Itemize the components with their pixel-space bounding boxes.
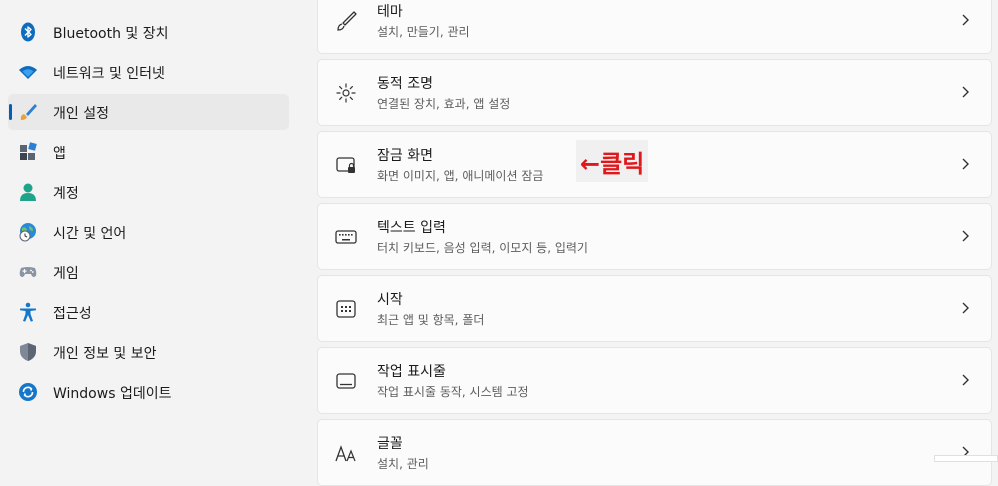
sidebar-item-privacy[interactable]: 개인 정보 및 보안 xyxy=(8,334,289,370)
card-subtitle: 연결된 장치, 효과, 앱 설정 xyxy=(377,97,511,111)
theme-brush-icon xyxy=(335,10,357,32)
card-title: 동적 조명 xyxy=(377,76,433,92)
fonts-icon xyxy=(335,442,357,464)
tooltip-edge xyxy=(934,455,998,462)
card-title: 작업 표시줄 xyxy=(377,364,446,380)
sidebar-item-network[interactable]: 네트워크 및 인터넷 xyxy=(8,54,289,90)
bluetooth-icon xyxy=(18,22,38,42)
sidebar-item-label: 접근성 xyxy=(53,306,92,322)
card-theme[interactable]: 테마 설치, 만들기, 관리 xyxy=(317,0,992,54)
click-annotation: ←클릭 xyxy=(576,140,649,182)
update-icon xyxy=(18,382,38,402)
sidebar-item-time-language[interactable]: 시간 및 언어 xyxy=(8,214,289,250)
card-lock-screen[interactable]: 잠금 화면 화면 이미지, 앱, 애니메이션 잠금 xyxy=(317,131,992,198)
lock-screen-icon xyxy=(335,154,357,176)
sidebar-item-label: 게임 xyxy=(53,266,79,282)
selection-indicator xyxy=(9,104,12,120)
sidebar-item-label: 앱 xyxy=(53,146,66,162)
sidebar-item-accounts[interactable]: 계정 xyxy=(8,174,289,210)
card-dynamic-lighting[interactable]: 동적 조명 연결된 장치, 효과, 앱 설정 xyxy=(317,59,992,126)
card-title: 잠금 화면 xyxy=(377,148,433,164)
card-start[interactable]: 시작 최근 앱 및 항목, 폴더 xyxy=(317,275,992,342)
sidebar-item-bluetooth[interactable]: Bluetooth 및 장치 xyxy=(8,14,289,50)
card-taskbar[interactable]: 작업 표시줄 작업 표시줄 동작, 시스템 고정 xyxy=(317,347,992,414)
card-title: 텍스트 입력 xyxy=(377,220,446,236)
sidebar-item-label: 개인 정보 및 보안 xyxy=(53,346,157,362)
paintbrush-icon xyxy=(18,102,38,122)
card-subtitle: 터치 키보드, 음성 입력, 이모지 등, 입력기 xyxy=(377,241,588,255)
chevron-right-icon xyxy=(962,86,969,98)
chevron-right-icon xyxy=(962,158,969,170)
card-subtitle: 작업 표시줄 동작, 시스템 고정 xyxy=(377,385,529,399)
globe-clock-icon xyxy=(18,222,38,242)
apps-icon xyxy=(18,142,38,162)
card-subtitle: 화면 이미지, 앱, 애니메이션 잠금 xyxy=(377,169,544,183)
card-title: 테마 xyxy=(377,4,403,20)
sidebar-item-windows-update[interactable]: Windows 업데이트 xyxy=(8,374,289,410)
card-subtitle: 설치, 만들기, 관리 xyxy=(377,25,470,39)
start-icon xyxy=(335,298,357,320)
dynamic-lighting-icon xyxy=(335,82,357,104)
person-icon xyxy=(18,182,38,202)
sidebar-item-apps[interactable]: 앱 xyxy=(8,134,289,170)
sidebar-item-gaming[interactable]: 게임 xyxy=(8,254,289,290)
personalization-settings-list: 테마 설치, 만들기, 관리 동적 조명 연결된 장치, 효과, 앱 설정 잠금… xyxy=(300,0,998,486)
sidebar-item-personalization[interactable]: 개인 설정 xyxy=(8,94,289,130)
card-fonts[interactable]: 글꼴 설치, 관리 xyxy=(317,419,992,486)
gamepad-icon xyxy=(18,262,38,282)
card-subtitle: 최근 앱 및 항목, 폴더 xyxy=(377,313,485,327)
shield-icon xyxy=(18,342,38,362)
chevron-right-icon xyxy=(962,302,969,314)
keyboard-icon xyxy=(335,226,357,248)
chevron-right-icon xyxy=(962,230,969,242)
card-title: 시작 xyxy=(377,292,403,308)
sidebar-item-label: 네트워크 및 인터넷 xyxy=(53,66,165,82)
card-subtitle: 설치, 관리 xyxy=(377,457,429,471)
sidebar-item-label: Windows 업데이트 xyxy=(53,386,172,402)
card-title: 글꼴 xyxy=(377,436,403,452)
chevron-right-icon xyxy=(962,374,969,386)
taskbar-icon xyxy=(335,370,357,392)
sidebar-item-label: 개인 설정 xyxy=(53,106,109,122)
sidebar-nav: Bluetooth 및 장치 네트워크 및 인터넷 개인 설정 앱 계정 시간 … xyxy=(0,0,300,462)
sidebar-item-label: 계정 xyxy=(53,186,79,202)
sidebar-item-label: Bluetooth 및 장치 xyxy=(53,26,169,42)
sidebar-item-accessibility[interactable]: 접근성 xyxy=(8,294,289,330)
chevron-right-icon xyxy=(962,14,969,26)
wifi-icon xyxy=(18,62,38,82)
card-text-input[interactable]: 텍스트 입력 터치 키보드, 음성 입력, 이모지 등, 입력기 xyxy=(317,203,992,270)
sidebar-item-label: 시간 및 언어 xyxy=(53,226,127,242)
accessibility-icon xyxy=(18,302,38,322)
